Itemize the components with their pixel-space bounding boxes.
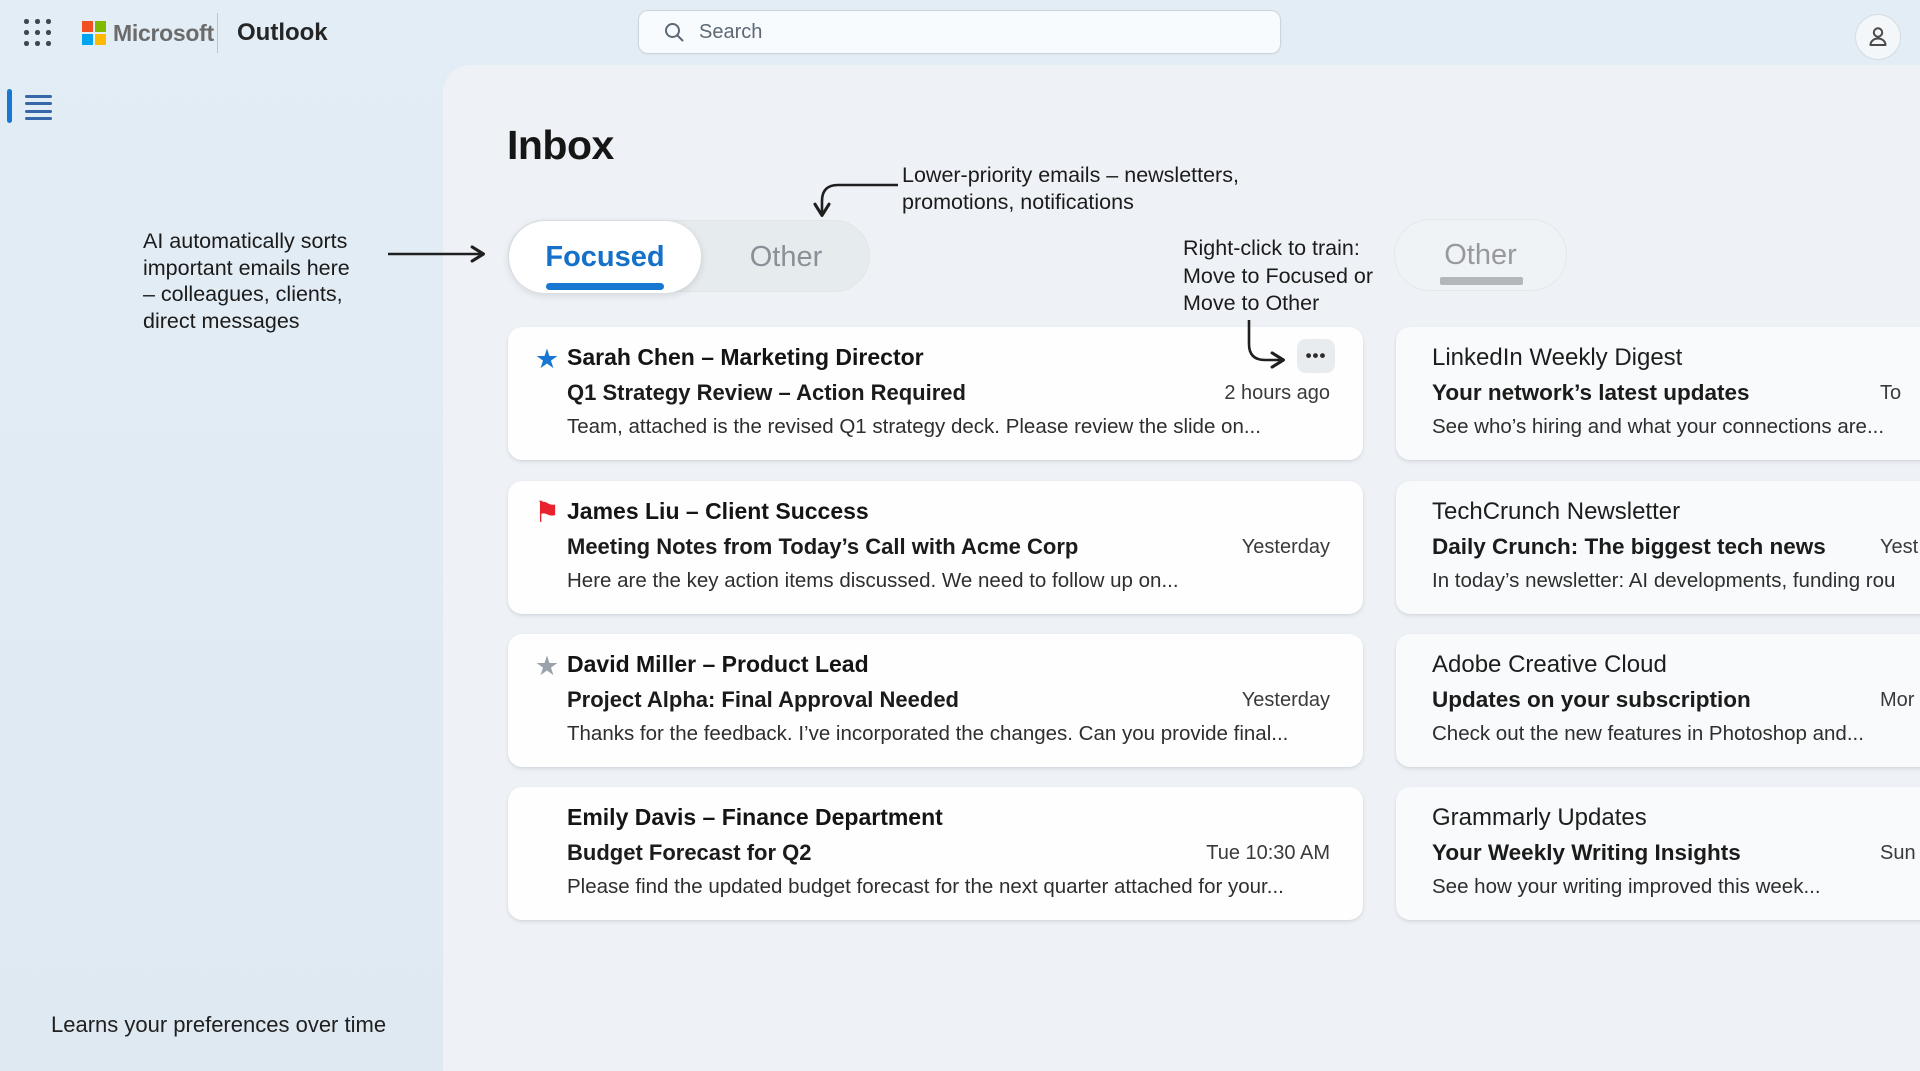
tab-focused-label: Focused: [545, 241, 664, 273]
menu-toggle-icon[interactable]: [25, 95, 52, 120]
email-card-focused-3[interactable]: ★ David Miller – Product Lead Project Al…: [508, 634, 1363, 767]
email-sender: Grammarly Updates: [1432, 804, 1647, 832]
email-timestamp: Yesterday: [1242, 689, 1330, 712]
sidebar-footer-note: Learns your preferences over time: [51, 1012, 386, 1038]
email-timestamp: Mor: [1880, 689, 1914, 712]
email-sender: David Miller – Product Lead: [567, 651, 869, 678]
email-sender: Emily Davis – Finance Department: [567, 804, 943, 831]
email-subject: Q1 Strategy Review – Action Required: [567, 380, 966, 406]
app-launcher-icon[interactable]: [24, 19, 51, 46]
top-bar: Microsoft Outlook: [0, 0, 1920, 65]
tab-focused-active-underline: [546, 283, 664, 290]
email-preview: See who’s hiring and what your connectio…: [1432, 415, 1884, 439]
email-card-focused-2[interactable]: ⚑ James Liu – Client Success Meeting Not…: [508, 481, 1363, 614]
email-preview: Check out the new features in Photoshop …: [1432, 722, 1864, 746]
email-preview: Here are the key action items discussed.…: [567, 569, 1179, 593]
page-title: Inbox: [507, 122, 614, 169]
microsoft-logo-icon: [82, 21, 106, 45]
star-icon[interactable]: ★: [530, 343, 564, 375]
brand-divider: [217, 13, 218, 53]
email-sender: TechCrunch Newsletter: [1432, 498, 1680, 526]
tab-other-column-label: Other: [1444, 239, 1517, 271]
email-card-other-3[interactable]: Adobe Creative Cloud Updates on your sub…: [1396, 634, 1920, 767]
email-card-focused-4[interactable]: Emily Davis – Finance Department Budget …: [508, 787, 1363, 920]
search-input[interactable]: [699, 21, 1259, 44]
person-icon: [1865, 24, 1891, 50]
email-timestamp: Sun: [1880, 842, 1916, 865]
email-preview: Team, attached is the revised Q1 strateg…: [567, 415, 1261, 439]
email-subject: Your Weekly Writing Insights: [1432, 840, 1741, 866]
email-sender: Sarah Chen – Marketing Director: [567, 344, 924, 371]
inbox-tab-switch: Focused Other: [508, 220, 870, 292]
tab-other-label: Other: [750, 241, 823, 273]
annotation-other-note: Lower-priority emails – newsletters, pro…: [902, 162, 1239, 216]
email-timestamp: Yesterday: [1242, 536, 1330, 559]
more-options-button[interactable]: •••: [1297, 339, 1335, 373]
flag-icon[interactable]: ⚑: [530, 497, 564, 529]
email-preview: In today’s newsletter: AI developments, …: [1432, 569, 1895, 593]
search-icon: [663, 21, 685, 43]
email-timestamp: Yest: [1880, 536, 1918, 559]
annotation-focused-note: AI automatically sorts important emails …: [143, 228, 350, 334]
email-timestamp: To: [1880, 382, 1901, 405]
microsoft-wordmark: Microsoft: [113, 20, 214, 47]
email-sender: James Liu – Client Success: [567, 498, 869, 525]
email-subject: Budget Forecast for Q2: [567, 840, 811, 866]
email-preview: See how your writing improved this week.…: [1432, 875, 1821, 899]
tab-other[interactable]: Other: [701, 221, 871, 293]
annotation-train-note: Right-click to train: Move to Focused or…: [1183, 235, 1373, 318]
star-icon[interactable]: ★: [530, 650, 564, 682]
tab-focused[interactable]: Focused: [509, 221, 701, 293]
account-button[interactable]: [1855, 14, 1901, 60]
email-subject: Your network’s latest updates: [1432, 380, 1750, 406]
email-subject: Updates on your subscription: [1432, 687, 1751, 713]
email-timestamp: 2 hours ago: [1224, 382, 1330, 405]
email-card-other-2[interactable]: TechCrunch Newsletter Daily Crunch: The …: [1396, 481, 1920, 614]
tab-other-underline: [1440, 277, 1523, 285]
email-timestamp: Tue 10:30 AM: [1206, 842, 1330, 865]
nav-accent-bar: [7, 89, 12, 123]
email-card-focused-1[interactable]: ★ Sarah Chen – Marketing Director Q1 Str…: [508, 327, 1363, 460]
email-card-other-4[interactable]: Grammarly Updates Your Weekly Writing In…: [1396, 787, 1920, 920]
email-sender: Adobe Creative Cloud: [1432, 651, 1667, 679]
email-card-other-1[interactable]: LinkedIn Weekly Digest Your network’s la…: [1396, 327, 1920, 460]
email-subject: Project Alpha: Final Approval Needed: [567, 687, 959, 713]
search-bar[interactable]: [638, 10, 1281, 54]
app-title: Outlook: [237, 19, 328, 47]
email-preview: Please find the updated budget forecast …: [567, 875, 1284, 899]
email-subject: Meeting Notes from Today’s Call with Acm…: [567, 534, 1078, 560]
email-sender: LinkedIn Weekly Digest: [1432, 344, 1682, 372]
email-preview: Thanks for the feedback. I’ve incorporat…: [567, 722, 1288, 746]
email-subject: Daily Crunch: The biggest tech news: [1432, 534, 1826, 560]
tab-other-column[interactable]: Other: [1394, 219, 1567, 291]
